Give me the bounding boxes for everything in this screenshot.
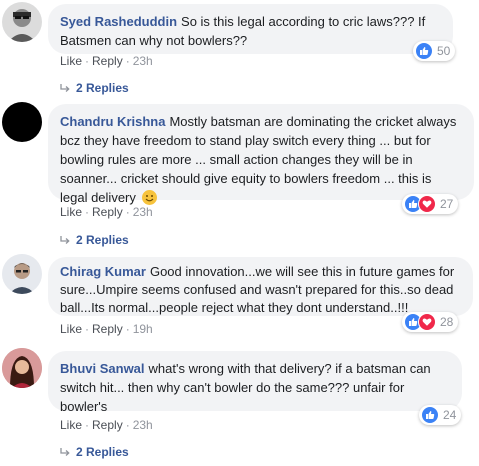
replies-count: 2 Replies	[76, 81, 129, 95]
reply-arrow-icon	[60, 235, 70, 244]
reaction-summary[interactable]: 28	[402, 312, 459, 332]
like-link[interactable]: Like	[60, 205, 82, 219]
comment-actions: Like · Reply · 23h	[60, 54, 153, 68]
avatar[interactable]	[2, 348, 42, 388]
reply-arrow-icon	[60, 447, 70, 456]
avatar-photo	[2, 348, 42, 388]
comment-author[interactable]: Syed Rasheduddin	[60, 14, 177, 29]
timestamp[interactable]: 19h	[133, 322, 153, 336]
comment-bubble: Syed Rasheduddin So is this legal accordi…	[48, 4, 453, 54]
reaction-count: 50	[437, 44, 451, 58]
replies-count: 2 Replies	[76, 233, 129, 247]
comment-author[interactable]: Chirag Kumar	[60, 264, 146, 279]
comment-actions: Like · Reply · 19h	[60, 322, 153, 336]
comment-bubble: Bhuvi Sanwal what's wrong with that deliv…	[48, 351, 462, 414]
reply-link[interactable]: Reply	[92, 205, 123, 219]
comment-bubble: Chirag Kumar Good innovation...we will se…	[48, 257, 473, 316]
avatar[interactable]	[2, 102, 42, 142]
avatar[interactable]	[2, 254, 42, 294]
love-icon	[418, 195, 436, 213]
reaction-count: 27	[440, 197, 454, 211]
like-icon	[421, 406, 439, 424]
avatar-photo	[2, 2, 42, 42]
timestamp[interactable]: 23h	[133, 418, 153, 432]
view-replies[interactable]: 2 Replies	[60, 81, 129, 95]
avatar[interactable]	[2, 2, 42, 42]
comment-actions: Like · Reply · 23h	[60, 205, 153, 219]
comment-bubble: Chandru Krishna Mostly batsman are domina…	[48, 104, 474, 205]
reaction-count: 24	[443, 408, 457, 422]
smile-emoji-icon	[141, 190, 157, 205]
reaction-summary[interactable]: 50	[413, 41, 456, 61]
avatar-photo	[2, 254, 42, 294]
like-link[interactable]: Like	[60, 418, 82, 432]
comment-author[interactable]: Bhuvi Sanwal	[60, 361, 145, 376]
view-replies[interactable]: 2 Replies	[60, 445, 129, 459]
replies-count: 2 Replies	[76, 445, 129, 459]
timestamp[interactable]: 23h	[133, 54, 153, 68]
reply-link[interactable]: Reply	[92, 322, 123, 336]
reaction-count: 28	[440, 315, 454, 329]
like-icon	[415, 42, 433, 60]
timestamp[interactable]: 23h	[133, 205, 153, 219]
reply-arrow-icon	[60, 83, 70, 92]
comment-author[interactable]: Chandru Krishna	[60, 114, 165, 129]
view-replies[interactable]: 2 Replies	[60, 233, 129, 247]
comment-actions: Like · Reply · 23h	[60, 418, 153, 432]
like-link[interactable]: Like	[60, 322, 82, 336]
reaction-summary[interactable]: 27	[402, 194, 459, 214]
reaction-summary[interactable]: 24	[419, 405, 462, 425]
reply-link[interactable]: Reply	[92, 54, 123, 68]
like-link[interactable]: Like	[60, 54, 82, 68]
reply-link[interactable]: Reply	[92, 418, 123, 432]
love-icon	[418, 313, 436, 331]
